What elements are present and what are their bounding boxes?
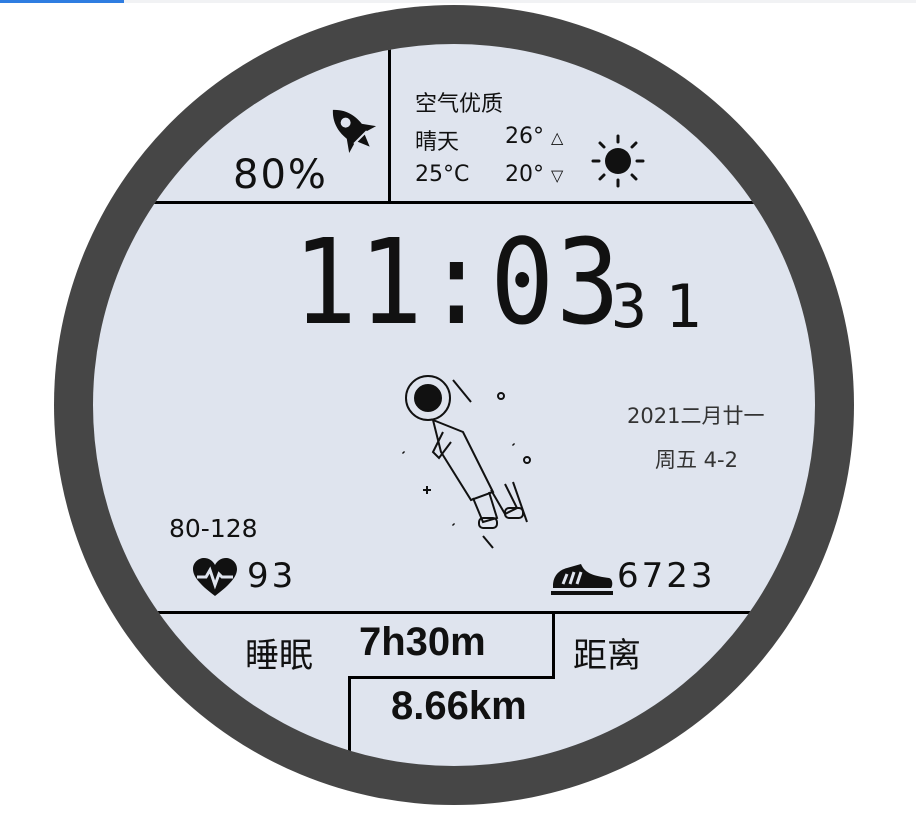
high-temp-arrow: △ <box>551 128 564 147</box>
low-temp-value: 20° <box>505 162 544 187</box>
rocket-icon <box>323 100 381 158</box>
divider-distance-top <box>348 676 555 679</box>
sun-icon <box>589 132 647 190</box>
time-hours-minutes: 11:03 <box>293 213 622 351</box>
top-bar <box>0 0 916 3</box>
distance-label: 距离 <box>573 636 641 676</box>
distance-value: 8.66km <box>391 684 527 728</box>
air-quality-label: 空气优质 <box>415 92 504 117</box>
divider-top <box>93 201 815 204</box>
divider-distance-left <box>348 676 351 766</box>
high-temperature: 26° △ <box>505 124 563 149</box>
battery-percent: 80% <box>233 152 328 198</box>
heart-rate-range: 80-128 <box>169 514 258 543</box>
time-seconds: 31 <box>611 272 720 342</box>
sleep-value: 7h30m <box>359 620 486 664</box>
current-temperature: 25°C <box>415 162 470 187</box>
top-bar-accent <box>0 0 124 3</box>
divider-bottom <box>93 611 815 614</box>
step-count: 6723 <box>617 556 716 596</box>
sleep-label: 睡眠 <box>245 636 313 676</box>
low-temperature: 20° ▽ <box>505 162 563 187</box>
heart-rate-value: 93 <box>247 556 297 596</box>
high-temp-value: 26° <box>505 124 544 149</box>
divider-sleep-right <box>552 611 555 679</box>
heart-rate-icon <box>193 558 237 598</box>
astronaut-icon <box>393 372 543 552</box>
weather-condition: 晴天 <box>415 130 460 155</box>
lunar-date: 2021二月廿一 <box>627 404 765 428</box>
low-temp-arrow: ▽ <box>551 166 564 185</box>
shoe-icon <box>551 560 615 596</box>
watch-face: 80% 空气优质 晴天 25°C 26° △ 20° ▽ 11:03 31 20… <box>93 44 815 766</box>
divider-top-vertical <box>388 44 391 204</box>
weekday-date: 周五 4-2 <box>655 448 738 472</box>
